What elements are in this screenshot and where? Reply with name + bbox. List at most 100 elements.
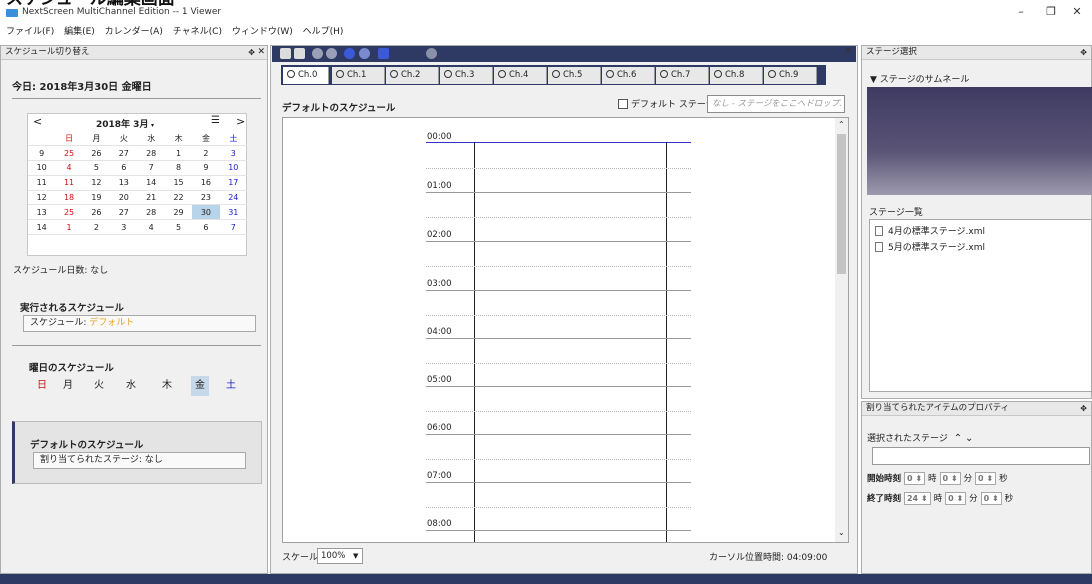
calendar-day[interactable]: 8	[164, 160, 193, 176]
pin-icon[interactable]: ✥	[1080, 46, 1087, 59]
zoom-out-icon[interactable]	[326, 48, 337, 59]
calendar-day[interactable]: 31	[219, 204, 247, 221]
menu-calendar[interactable]: カレンダー(A)	[105, 24, 163, 37]
scroll-down-icon[interactable]: ⌄	[838, 528, 845, 537]
calendar-day[interactable]: 12	[82, 175, 111, 191]
tab-ch7[interactable]: Ch.7	[656, 67, 709, 84]
calendar-day[interactable]: 16	[192, 175, 220, 191]
chevron-up-icon[interactable]: ⌃	[954, 433, 962, 444]
zoom-in-icon[interactable]	[312, 48, 323, 59]
tab-ch5[interactable]: Ch.5	[548, 67, 601, 84]
minimize-button[interactable]: –	[1013, 5, 1029, 18]
end-second-spinner[interactable]: 0 ⬍	[980, 492, 1002, 505]
calendar-day[interactable]: 23	[192, 190, 220, 206]
calendar-day[interactable]: 1	[164, 145, 193, 162]
calendar-day[interactable]: 6	[110, 160, 138, 176]
checkbox-icon[interactable]	[618, 99, 628, 109]
calendar-day[interactable]: 29	[164, 204, 193, 221]
scroll-up-icon[interactable]: ⌃	[838, 120, 845, 129]
weekday-button-fri[interactable]: 金	[191, 376, 209, 396]
calendar-day[interactable]: 4	[55, 160, 83, 176]
calendar-day[interactable]: 1	[55, 219, 83, 236]
weekday-button-wed[interactable]: 水	[122, 376, 140, 396]
calendar-day[interactable]: 26	[82, 204, 111, 221]
calendar-day[interactable]: 28	[137, 145, 165, 162]
calendar-day[interactable]: 18	[55, 190, 83, 206]
maximize-button[interactable]: ❐	[1043, 5, 1059, 18]
calendar-day[interactable]: 26	[82, 145, 111, 162]
weekday-button-sat[interactable]: 土	[222, 376, 240, 396]
calendar-day[interactable]: 3	[219, 145, 247, 162]
selected-stage-field[interactable]	[872, 447, 1090, 465]
list-item[interactable]: 5月の標準ステージ.xml	[875, 240, 985, 253]
month-dropdown-icon[interactable]: ▾	[151, 122, 154, 129]
pin-icon[interactable]: ✥	[1080, 402, 1087, 415]
calendar-day[interactable]: 4	[137, 219, 165, 236]
calendar-day[interactable]: 7	[137, 160, 165, 176]
calendar-day[interactable]: 24	[219, 190, 247, 206]
tab-ch8[interactable]: Ch.8	[710, 67, 763, 84]
prev-month-button[interactable]: <	[33, 115, 42, 128]
calendar-menu-icon[interactable]: ☰	[211, 115, 220, 126]
forward-icon[interactable]	[378, 48, 389, 59]
calendar-day[interactable]: 11	[55, 175, 83, 191]
month-label[interactable]: 2018年 3月	[96, 117, 148, 130]
timeline-area[interactable]: 00:00 01:00 02:00 03:00 04:00 05:00 06:0…	[282, 117, 849, 543]
calendar-day[interactable]: 19	[82, 190, 111, 206]
calendar-day[interactable]: 27	[110, 204, 138, 221]
start-minute-spinner[interactable]: 0 ⬍	[939, 472, 961, 485]
save-as-icon[interactable]	[294, 48, 305, 59]
executed-schedule-link[interactable]: デフォルト	[89, 318, 134, 328]
editor-close-icon[interactable]: ✕	[844, 46, 852, 57]
calendar-day[interactable]: 2	[192, 145, 220, 162]
next-month-button[interactable]: >	[236, 115, 245, 128]
menu-help[interactable]: ヘルプ(H)	[303, 24, 344, 37]
calendar-day[interactable]: 20	[110, 190, 138, 206]
tab-ch4[interactable]: Ch.4	[494, 67, 547, 84]
hand-tool-icon[interactable]	[426, 48, 437, 59]
weekday-button-tue[interactable]: 火	[90, 376, 108, 396]
start-hour-spinner[interactable]: 0 ⬍	[903, 472, 926, 485]
end-hour-spinner[interactable]: 24 ⬍	[903, 492, 931, 505]
tab-ch2[interactable]: Ch.2	[386, 67, 439, 84]
calendar-day[interactable]: 5	[164, 219, 193, 236]
chevron-down-icon[interactable]: ⌄	[965, 433, 973, 444]
calendar-day[interactable]: 9	[192, 160, 220, 176]
add-item-icon[interactable]	[344, 48, 355, 59]
calendar-day[interactable]: 14	[137, 175, 165, 191]
end-minute-spinner[interactable]: 0 ⬍	[945, 492, 967, 505]
menu-channel[interactable]: チャネル(C)	[173, 24, 222, 37]
stage-drop-area[interactable]: なし - ステージをここへドロップ.	[707, 95, 845, 113]
menu-window[interactable]: ウィンドウ(W)	[232, 24, 293, 37]
remove-item-icon[interactable]	[359, 48, 370, 59]
calendar-day[interactable]: 2	[82, 219, 111, 236]
calendar-day[interactable]: 15	[164, 175, 193, 191]
scroll-thumb[interactable]	[837, 134, 846, 274]
calendar-day[interactable]: 10	[219, 160, 247, 176]
close-button[interactable]: ✕	[1069, 5, 1085, 18]
calendar-day[interactable]: 25	[55, 204, 83, 221]
calendar-day[interactable]: 7	[219, 219, 247, 236]
vertical-scrollbar[interactable]: ⌃ ⌄	[835, 118, 848, 542]
tab-ch9[interactable]: Ch.9	[764, 67, 817, 84]
weekday-button-sun[interactable]: 日	[33, 376, 51, 396]
weekday-button-thu[interactable]: 木	[158, 376, 176, 396]
close-icon[interactable]: ✕	[257, 46, 265, 59]
thumbnail-header[interactable]: ▼ ステージのサムネール	[870, 72, 969, 85]
calendar-day[interactable]: 5	[82, 160, 111, 176]
start-second-spinner[interactable]: 0 ⬍	[975, 472, 997, 485]
tab-ch6[interactable]: Ch.6	[602, 67, 655, 84]
calendar-day[interactable]: 22	[164, 190, 193, 206]
tab-ch0[interactable]: Ch.0	[283, 67, 329, 84]
default-stage-checkbox[interactable]: デフォルト ステージ	[618, 97, 715, 110]
weekday-button-mon[interactable]: 月	[59, 376, 77, 396]
calendar-day[interactable]: 27	[110, 145, 138, 162]
calendar-day[interactable]: 17	[219, 175, 247, 191]
calendar[interactable]: < 2018年 3月 ▾ ☰ > 日 月 火 水 木 金 土 9 25 26 2…	[27, 113, 247, 256]
list-item[interactable]: 4月の標準ステージ.xml	[875, 224, 985, 237]
menu-edit[interactable]: 編集(E)	[64, 24, 95, 37]
tab-ch3[interactable]: Ch.3	[440, 67, 493, 84]
calendar-day[interactable]: 28	[137, 204, 165, 221]
calendar-day[interactable]: 25	[55, 145, 83, 162]
save-icon[interactable]	[280, 48, 291, 59]
